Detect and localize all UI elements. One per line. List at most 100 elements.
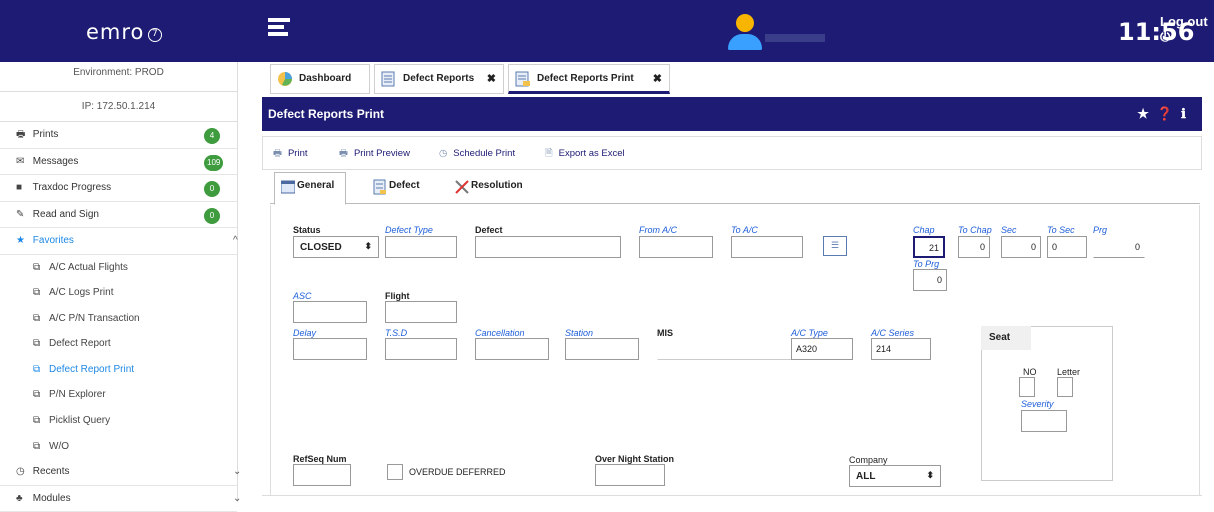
- favorite-ac-actual-flights[interactable]: ⧉ A/C Actual Flights: [0, 255, 237, 281]
- favorite-picklist-query[interactable]: ⧉ Picklist Query: [0, 408, 237, 434]
- user-name-redacted: [765, 34, 825, 42]
- sidebar-item-traxdoc-progress[interactable]: ■ Traxdoc Progress 0: [0, 175, 237, 202]
- seat-no-field[interactable]: [1019, 377, 1035, 397]
- export-excel-button[interactable]: 🗎 Export as Excel: [545, 137, 625, 171]
- overdue-deferred-checkbox[interactable]: [387, 464, 403, 480]
- sidebar-item-messages[interactable]: ✉ Messages 109: [0, 149, 237, 175]
- sidebar-item-modules[interactable]: ♣ Modules ⌄: [0, 486, 241, 512]
- to-sec-field[interactable]: 0: [1047, 236, 1087, 258]
- tools-icon: [455, 180, 469, 194]
- folder-icon: ■: [16, 182, 23, 193]
- chevron-up-icon: ^: [233, 235, 238, 246]
- overnight-station-label: Over Night Station: [595, 454, 675, 464]
- list-picker-icon[interactable]: ☰: [823, 236, 847, 256]
- favorite-ac-logs-print[interactable]: ⧉ A/C Logs Print: [0, 280, 237, 306]
- printer-icon: 🖶: [273, 148, 282, 159]
- form-subtabs: General Defect Resolution: [270, 172, 1200, 205]
- printer-icon: 🖶: [339, 148, 348, 159]
- cancellation-field[interactable]: [475, 338, 549, 360]
- tab-defect-reports-print[interactable]: Defect Reports Print ✖: [508, 64, 670, 94]
- overnight-station-field[interactable]: [595, 464, 665, 486]
- defect-type-label: Defect Type: [385, 225, 433, 235]
- tab-dashboard[interactable]: Dashboard: [270, 64, 370, 94]
- star-icon: ★: [16, 235, 25, 246]
- tab-defect-reports[interactable]: Defect Reports ✖: [374, 64, 504, 94]
- external-link-icon: ⧉: [33, 287, 41, 299]
- traxdoc-badge: 0: [204, 181, 220, 197]
- defect-field[interactable]: [475, 236, 621, 258]
- sidebar-item-favorites[interactable]: ★ Favorites ^: [0, 228, 238, 255]
- overdue-deferred-label: OVERDUE DEFERRED: [409, 467, 506, 477]
- flight-field[interactable]: [385, 301, 457, 323]
- flight-label: Flight: [385, 291, 410, 301]
- external-link-icon: ⧉: [33, 312, 41, 324]
- prg-field[interactable]: 0: [1093, 236, 1145, 258]
- delay-field[interactable]: [293, 338, 367, 360]
- info-icon[interactable]: ℹ: [1181, 106, 1194, 121]
- menu-toggle-icon[interactable]: [268, 18, 290, 39]
- asc-field[interactable]: [293, 301, 367, 323]
- close-icon[interactable]: ✖: [653, 65, 662, 93]
- emro-logo[interactable]: emro 7: [86, 20, 163, 44]
- ac-series-field[interactable]: 214: [871, 338, 931, 360]
- status-label: Status: [293, 225, 321, 235]
- mis-field[interactable]: [657, 338, 797, 360]
- chap-label: Chap: [913, 225, 935, 235]
- mail-icon: ✉: [16, 155, 25, 167]
- sec-field[interactable]: 0: [1001, 236, 1041, 258]
- to-chap-field[interactable]: 0: [958, 236, 990, 258]
- modules-icon: ♣: [16, 492, 23, 504]
- status-select[interactable]: CLOSED ⬍: [293, 236, 379, 258]
- help-icon[interactable]: ❓: [1157, 106, 1181, 121]
- ac-type-field[interactable]: A320: [791, 338, 853, 360]
- chap-field[interactable]: 21: [913, 236, 945, 258]
- general-form: Status CLOSED ⬍ Defect Type Defect From A…: [270, 205, 1200, 495]
- tab-defect[interactable]: Defect: [366, 172, 436, 204]
- favorite-defect-report[interactable]: ⧉ Defect Report: [0, 331, 237, 357]
- defect-label: Defect: [475, 225, 503, 235]
- sidebar-item-recents[interactable]: ◷ Recents ⌄: [0, 459, 241, 486]
- sidebar-item-prints[interactable]: 🖶 Prints 4: [0, 122, 237, 149]
- favorite-defect-report-print[interactable]: ⧉ Defect Report Print: [0, 357, 237, 383]
- company-label: Company: [849, 455, 888, 465]
- report-icon: [373, 179, 386, 195]
- refseq-field[interactable]: [293, 464, 351, 486]
- sidebar-item-read-and-sign[interactable]: ✎ Read and Sign 0: [0, 202, 237, 228]
- logout-button[interactable]: Log out ⏻: [1160, 14, 1214, 45]
- external-link-icon: ⧉: [33, 261, 41, 273]
- external-link-icon: ⧉: [33, 440, 41, 452]
- print-button[interactable]: 🖶 Print: [273, 137, 308, 171]
- from-ac-label: From A/C: [639, 225, 678, 235]
- favorite-pn-explorer[interactable]: ⧉ P/N Explorer: [0, 382, 237, 408]
- to-prg-field[interactable]: 0: [913, 269, 947, 291]
- severity-field[interactable]: [1021, 410, 1067, 432]
- read-sign-badge: 0: [204, 207, 220, 224]
- schedule-print-button[interactable]: ◷ Schedule Print: [439, 137, 515, 171]
- cancellation-label: Cancellation: [475, 328, 525, 338]
- seat-no-label: NO: [1023, 367, 1037, 377]
- delay-label: Delay: [293, 328, 317, 338]
- favorite-ac-pn-transaction[interactable]: ⧉ A/C P/N Transaction: [0, 306, 237, 332]
- asc-label: ASC: [293, 291, 312, 301]
- clock-icon: ◷: [439, 148, 448, 159]
- tab-general[interactable]: General: [274, 172, 346, 205]
- close-icon[interactable]: ✖: [487, 65, 496, 93]
- print-preview-button[interactable]: 🖶 Print Preview: [339, 137, 410, 171]
- report-print-icon: [515, 71, 530, 87]
- seat-letter-field[interactable]: [1057, 377, 1073, 397]
- tab-resolution[interactable]: Resolution: [448, 172, 548, 204]
- station-label: Station: [565, 328, 594, 338]
- favorite-star-icon[interactable]: ★: [1137, 106, 1157, 121]
- tsd-field[interactable]: [385, 338, 457, 360]
- defect-type-field[interactable]: [385, 236, 457, 258]
- external-link-icon: ⧉: [33, 415, 41, 427]
- avatar[interactable]: [728, 14, 762, 50]
- from-ac-field[interactable]: [639, 236, 713, 258]
- to-sec-label: To Sec: [1047, 225, 1075, 235]
- tab-bar: Dashboard Defect Reports ✖ Defect Report…: [262, 62, 1202, 96]
- company-select[interactable]: ALL ⬍: [849, 465, 941, 487]
- form-icon: [281, 180, 295, 194]
- favorite-wo[interactable]: ⧉ W/O: [0, 434, 237, 460]
- to-ac-field[interactable]: [731, 236, 803, 258]
- station-field[interactable]: [565, 338, 639, 360]
